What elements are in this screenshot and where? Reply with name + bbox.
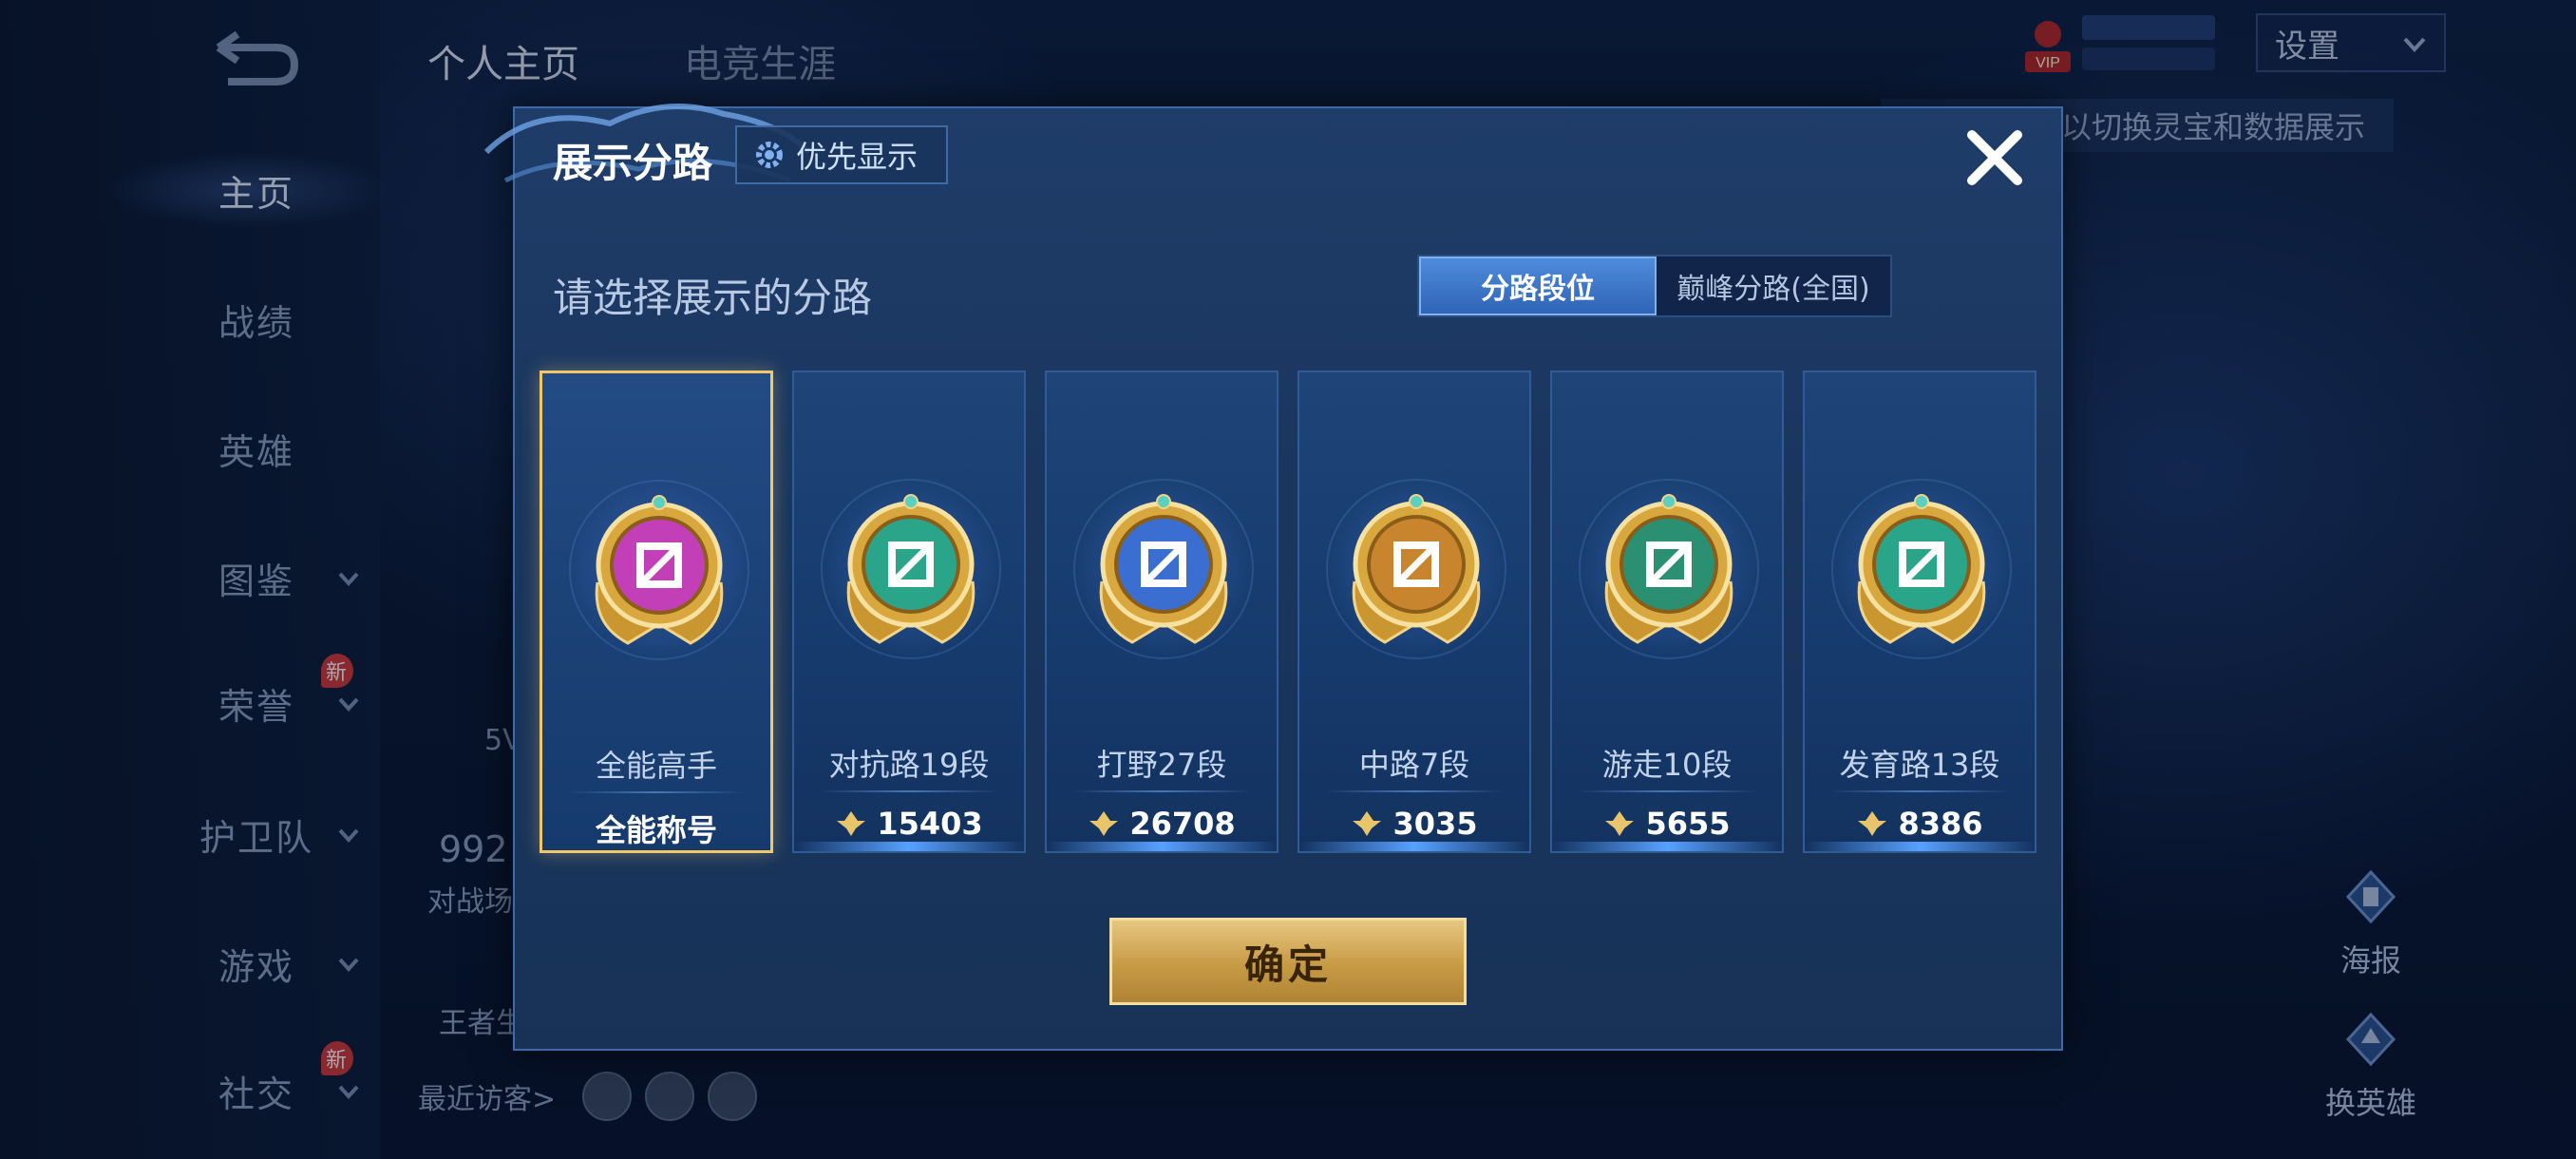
- lane-score-value: 15403: [877, 806, 983, 842]
- lane-card[interactable]: 游走10段 5655: [1550, 370, 1784, 853]
- lane-type-switch: 分路段位 巅峰分路(全国): [1417, 255, 1892, 317]
- lane-score-value: 3035: [1392, 806, 1478, 842]
- lane-name: 对抗路19段: [828, 747, 990, 783]
- lane-score: 15403: [794, 806, 1024, 842]
- gear-icon: [756, 142, 783, 168]
- farm-lane-emblem-icon: [1857, 494, 1986, 644]
- roam-emblem-icon: [1604, 494, 1733, 644]
- lane-card[interactable]: 中路7段 3035: [1297, 370, 1531, 853]
- close-icon[interactable]: [1957, 120, 2033, 196]
- lane-name: 发育路13段: [1839, 747, 2000, 783]
- lane-cards: 全能高手 全能称号 对抗路19段 15403 打野27段 26708 中路7段 3035 游走1…: [540, 370, 2040, 857]
- lane-score: 5655: [1552, 806, 1782, 842]
- lane-name: 中路7段: [1358, 747, 1470, 783]
- card-divider: [1071, 790, 1252, 792]
- card-bottom-glow: [794, 842, 1024, 851]
- lane-card[interactable]: 打野27段 26708: [1045, 370, 1279, 853]
- lane-display-dialog: 展示分路 优先显示 请选择展示的分路 分路段位 巅峰分路(全国) 全能高手全能称…: [483, 104, 2063, 1051]
- card-divider: [819, 790, 999, 792]
- clash-lane-emblem-icon: [846, 494, 975, 644]
- lane-score: 8386: [1805, 806, 2035, 842]
- power-icon: [1858, 811, 1887, 836]
- card-bottom-glow: [1047, 842, 1277, 851]
- dialog-title: 展示分路: [553, 140, 713, 186]
- all-round-emblem-icon: [595, 495, 724, 645]
- dialog-subtitle: 请选择展示的分路: [553, 275, 873, 321]
- jungle-emblem-icon: [1099, 494, 1228, 644]
- priority-label: 优先显示: [796, 139, 919, 175]
- power-icon: [1353, 811, 1382, 836]
- lane-score-value: 5655: [1645, 806, 1731, 842]
- power-icon: [1605, 811, 1635, 836]
- card-bottom-glow: [1299, 842, 1529, 851]
- lane-score-value: 全能称号: [595, 812, 717, 848]
- tab-peak-lane[interactable]: 巅峰分路(全国): [1657, 256, 1890, 315]
- lane-score-value: 26708: [1129, 806, 1236, 842]
- card-divider: [567, 791, 746, 793]
- card-divider: [1324, 790, 1505, 792]
- power-icon: [1089, 811, 1119, 836]
- lane-score: 3035: [1299, 806, 1529, 842]
- lane-name: 打野27段: [1096, 747, 1227, 783]
- card-divider: [1829, 790, 2010, 792]
- tab-lane-rank[interactable]: 分路段位: [1419, 256, 1657, 315]
- lane-name: 全能高手: [595, 748, 717, 784]
- lane-name: 游走10段: [1601, 747, 1733, 783]
- mid-lane-emblem-icon: [1352, 494, 1481, 644]
- power-icon: [837, 811, 866, 836]
- lane-card[interactable]: 全能高手 全能称号: [540, 370, 773, 853]
- card-bottom-glow: [1552, 842, 1782, 851]
- lane-card[interactable]: 发育路13段 8386: [1803, 370, 2036, 853]
- lane-score: 全能称号: [542, 807, 770, 850]
- lane-score-value: 8386: [1898, 806, 1983, 842]
- confirm-button[interactable]: 确定: [1109, 918, 1467, 1005]
- priority-display-button[interactable]: 优先显示: [735, 125, 948, 184]
- card-divider: [1577, 790, 1757, 792]
- card-bottom-glow: [1805, 842, 2035, 851]
- lane-score: 26708: [1047, 806, 1277, 842]
- lane-card[interactable]: 对抗路19段 15403: [792, 370, 1026, 853]
